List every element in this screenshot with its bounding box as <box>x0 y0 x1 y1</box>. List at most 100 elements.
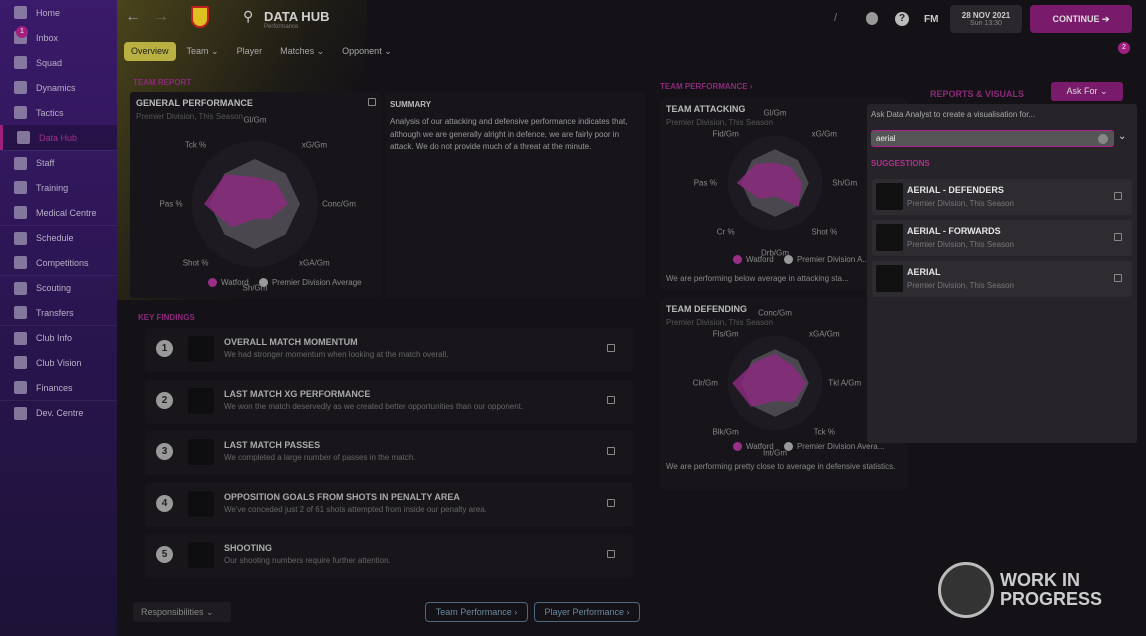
sidebar-item-staff[interactable]: Staff <box>0 150 117 175</box>
sidebar-item-scouting[interactable]: Scouting <box>0 275 117 300</box>
sidebar-item-squad[interactable]: Squad <box>0 50 117 75</box>
key-finding-item[interactable]: 1 OVERALL MATCH MOMENTUM We had stronger m… <box>145 328 633 372</box>
transfers-icon <box>14 306 27 319</box>
tab-player[interactable]: Player <box>230 42 270 61</box>
forward-icon[interactable]: → <box>153 8 169 26</box>
radar-axis-label: Tkl A/Gm <box>828 378 862 388</box>
section-team-performance[interactable]: TEAM PERFORMANCE › <box>660 82 752 91</box>
work-in-progress-watermark: WORK IN PROGRESS <box>938 562 1130 618</box>
key-finding-item[interactable]: 4 OPPOSITION GOALS FROM SHOTS IN PENALTY … <box>145 482 633 527</box>
suggestion-item[interactable]: AERIAL - DEFENDERS Premier Division, This… <box>872 179 1132 215</box>
expand-icon[interactable] <box>607 550 615 558</box>
medical-icon <box>14 206 27 219</box>
key-finding-item[interactable]: 5 SHOOTING Our shooting numbers require fu… <box>145 534 633 578</box>
shirt-icon <box>14 56 27 69</box>
sports-interactive-seal <box>938 562 994 618</box>
sidebar-item-medical-centre[interactable]: Medical Centre <box>0 200 117 225</box>
manager-icon[interactable] <box>866 12 878 25</box>
radar-axis-label: Conc/Gm <box>322 199 356 209</box>
finances-icon <box>14 381 27 394</box>
fm-menu[interactable]: FM <box>924 14 938 25</box>
expand-icon[interactable] <box>1114 192 1122 200</box>
key-finding-item[interactable]: 3 LAST MATCH PASSES We completed a large n… <box>145 431 633 475</box>
sidebar-item-club-info[interactable]: Club Info <box>0 325 117 350</box>
dynamics-icon <box>14 81 27 94</box>
sidebar-item-inbox[interactable]: Inbox 1 <box>0 25 117 50</box>
visualisation-search-input[interactable] <box>871 130 1114 147</box>
team-performance-button[interactable]: Team Performance › <box>425 602 528 622</box>
radar-axis-label: Shot % <box>811 227 838 237</box>
dev-centre-icon <box>14 406 27 420</box>
sidebar-item-schedule[interactable]: Schedule <box>0 225 117 250</box>
section-reports-visuals: REPORTS & VISUALS <box>930 89 1025 99</box>
radar-legend: Watford Premier Division Average <box>208 278 362 287</box>
search-icon <box>14 281 27 295</box>
radar-axis-label: Clr/Gm <box>692 378 718 388</box>
inbox-badge: 1 <box>16 26 28 38</box>
ask-for-button[interactable]: Ask For ⌄ <box>1051 82 1123 101</box>
finding-chart-icon <box>188 439 214 465</box>
club-crest-icon[interactable] <box>191 6 209 28</box>
tab-opponent[interactable]: Opponent ⌄ <box>335 42 399 61</box>
help-icon[interactable]: ? <box>895 12 909 26</box>
sidebar-item-competitions[interactable]: Competitions <box>0 250 117 275</box>
ask-data-analyst-dropdown: Ask Data Analyst to create a visualisati… <box>867 104 1137 443</box>
sidebar-item-data-hub[interactable]: Data Hub <box>0 125 117 150</box>
radar-axis-label: Tck % <box>184 140 207 150</box>
trophy-icon <box>14 256 27 269</box>
radar-axis-label: Conc/Gm <box>758 308 792 318</box>
scatter-chart-icon <box>876 224 903 251</box>
date-display[interactable]: 28 NOV 2021 Sun 13:30 <box>950 5 1022 33</box>
player-performance-button[interactable]: Player Performance › <box>534 602 640 622</box>
chevron-down-icon[interactable]: ⌄ <box>1118 131 1126 142</box>
clear-search-icon[interactable] <box>1098 134 1108 144</box>
section-key-findings: KEY FINDINGS <box>138 313 195 322</box>
sidebar-item-tactics[interactable]: Tactics <box>0 100 117 125</box>
expand-icon[interactable] <box>607 447 615 455</box>
notifications-badge[interactable]: 2 <box>1118 42 1130 54</box>
vision-icon <box>14 356 27 369</box>
radar-axis-label: xG/Gm <box>301 140 328 150</box>
suggestion-item[interactable]: AERIAL Premier Division, This Season <box>872 261 1132 297</box>
radar-axis-label: Gl/Gm <box>243 115 267 125</box>
tab-overview[interactable]: Overview <box>124 42 176 61</box>
finding-chart-icon <box>188 336 214 362</box>
radar-axis-label: Pas % <box>693 178 717 188</box>
sidebar-item-dynamics[interactable]: Dynamics <box>0 75 117 100</box>
expand-icon[interactable] <box>607 344 615 352</box>
radar-axis-label: Drb/Gm <box>761 248 789 258</box>
home-icon <box>14 6 27 19</box>
tab-team[interactable]: Team ⌄ <box>180 42 226 61</box>
expand-icon[interactable] <box>607 395 615 404</box>
sidebar-item-training[interactable]: Training <box>0 175 117 200</box>
key-finding-item[interactable]: 2 LAST MATCH XG PERFORMANCE We won the mat… <box>145 379 633 424</box>
sidebar-item-finances[interactable]: Finances <box>0 375 117 400</box>
back-icon[interactable]: ← <box>125 8 141 26</box>
sidebar-item-club-vision[interactable]: Club Vision <box>0 350 117 375</box>
sidebar-item-dev-centre[interactable]: Dev. Centre <box>0 400 117 425</box>
radar-axis-label: Fls/Gm <box>712 329 739 339</box>
expand-icon[interactable] <box>1114 233 1122 241</box>
responsibilities-dropdown[interactable]: Responsibilities ⌄ <box>133 602 231 622</box>
continue-button[interactable]: CONTINUE ➔ <box>1030 5 1132 33</box>
sidebar-item-transfers[interactable]: Transfers <box>0 300 117 325</box>
edit-icon[interactable]: / <box>834 12 837 24</box>
calendar-icon <box>14 231 27 245</box>
radar-axis-label: Tck % <box>813 427 835 437</box>
tab-matches[interactable]: Matches ⌄ <box>273 42 331 61</box>
suggestion-item[interactable]: AERIAL - FORWARDS Premier Division, This … <box>872 220 1132 256</box>
search-icon[interactable]: ⚲ <box>243 8 253 25</box>
radar-axis-label: xGA/Gm <box>808 329 840 339</box>
shield-icon <box>14 331 27 345</box>
training-icon <box>14 181 27 194</box>
finding-number: 5 <box>156 546 173 563</box>
radar-axis-label: Pas % <box>159 199 183 209</box>
radar-axis-label: Sh/Gm <box>832 178 858 188</box>
page-title: DATA HUB <box>264 9 330 24</box>
sidebar-item-home[interactable]: Home <box>0 0 117 25</box>
sidebar: Home Inbox 1 Squad Dynamics Tactics Data Hub St… <box>0 0 117 636</box>
expand-icon[interactable] <box>1114 274 1122 282</box>
scatter-chart-icon <box>876 183 903 210</box>
expand-icon[interactable] <box>607 498 615 507</box>
radar-axis-label: Cr % <box>716 227 735 237</box>
